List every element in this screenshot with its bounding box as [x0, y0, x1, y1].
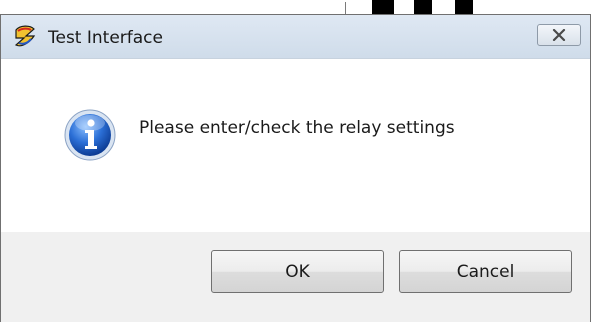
window-title: Test Interface — [48, 28, 163, 48]
title-bar[interactable]: Test Interface — [1, 15, 590, 59]
dialog-message: Please enter/check the relay settings — [139, 118, 455, 138]
app-logo-icon — [12, 24, 38, 50]
screen: Test Interface Please enter/check the re… — [0, 0, 593, 322]
close-icon — [552, 29, 566, 41]
dialog-content — [1, 59, 590, 232]
info-icon — [63, 108, 117, 162]
ok-button[interactable]: OK — [211, 250, 384, 293]
close-button[interactable] — [537, 24, 581, 46]
cancel-button[interactable]: Cancel — [399, 250, 572, 293]
